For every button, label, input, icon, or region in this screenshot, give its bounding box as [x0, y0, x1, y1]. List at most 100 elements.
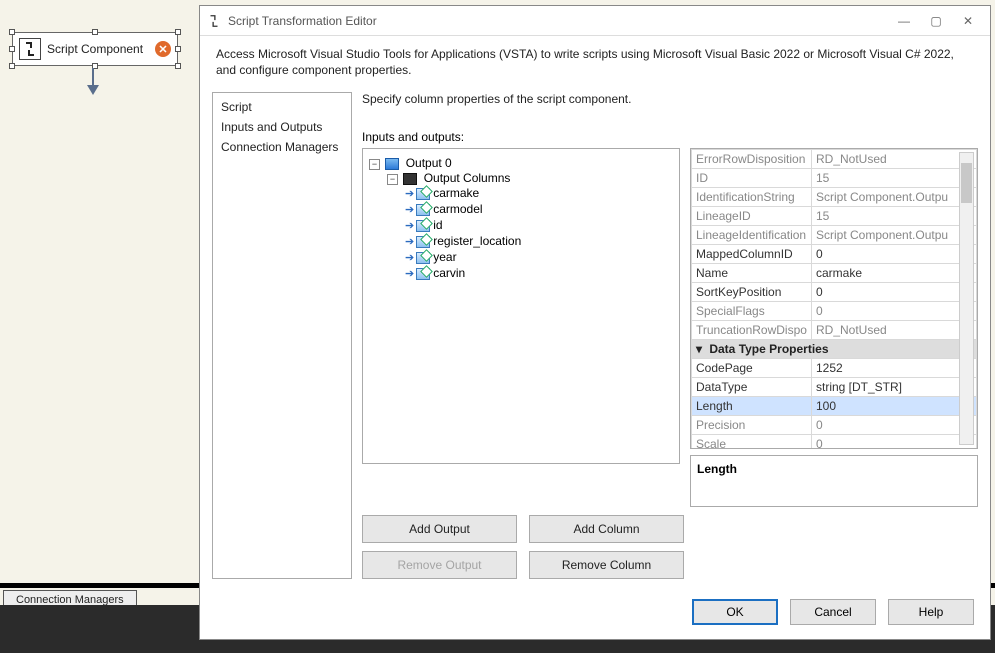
arrow-icon: ➔ — [405, 268, 414, 280]
property-row[interactable]: CodePage1252 — [692, 359, 977, 378]
tree-node-column[interactable]: ➔ register_location — [405, 233, 673, 249]
remove-column-button[interactable]: Remove Column — [529, 551, 684, 579]
property-name: Scale — [692, 435, 812, 449]
io-tree[interactable]: − Output 0 − Output Columns ➔carmake➔car… — [362, 148, 680, 464]
property-value[interactable]: 0 — [812, 435, 977, 449]
property-row[interactable]: TruncationRowDispoRD_NotUsed — [692, 321, 977, 340]
help-button[interactable]: Help — [888, 599, 974, 625]
property-help: Length — [690, 455, 978, 507]
nav-panel: Script Inputs and Outputs Connection Man… — [212, 92, 352, 579]
column-icon — [416, 268, 430, 280]
nav-item-inputs-outputs[interactable]: Inputs and Outputs — [219, 117, 345, 137]
tree-node-column[interactable]: ➔carmake — [405, 185, 673, 201]
tree-node-output-columns[interactable]: − Output Columns ➔carmake➔carmodel➔id➔re… — [387, 170, 673, 282]
arrow-icon: ➔ — [405, 220, 414, 232]
tree-node-column[interactable]: ➔id — [405, 217, 673, 233]
scrollbar[interactable] — [959, 152, 974, 445]
resize-handle[interactable] — [9, 46, 15, 52]
property-row[interactable]: MappedColumnID0 — [692, 245, 977, 264]
minimize-button[interactable]: — — [888, 10, 920, 32]
tree-node-column[interactable]: ➔carmodel — [405, 201, 673, 217]
property-value[interactable]: 0 — [812, 283, 977, 302]
collapse-icon[interactable]: − — [369, 159, 380, 170]
script-component-node[interactable]: Script Component ✕ — [12, 32, 178, 66]
property-row[interactable]: Namecarmake — [692, 264, 977, 283]
resize-handle[interactable] — [9, 29, 15, 35]
property-value[interactable]: 0 — [812, 245, 977, 264]
resize-handle[interactable] — [175, 46, 181, 52]
property-value[interactable]: 15 — [812, 169, 977, 188]
dialog-title: Script Transformation Editor — [228, 14, 888, 28]
property-value[interactable]: Script Component.Outpu — [812, 226, 977, 245]
close-button[interactable]: ✕ — [952, 10, 984, 32]
io-label: Inputs and outputs: — [362, 130, 978, 144]
column-icon — [416, 188, 430, 200]
nav-item-script[interactable]: Script — [219, 97, 345, 117]
property-row[interactable]: ErrorRowDispositionRD_NotUsed — [692, 150, 977, 169]
app-icon — [206, 13, 222, 29]
property-row[interactable]: IdentificationStringScript Component.Out… — [692, 188, 977, 207]
titlebar[interactable]: Script Transformation Editor — ▢ ✕ — [200, 6, 990, 36]
property-name: SortKeyPosition — [692, 283, 812, 302]
property-row[interactable]: DataTypestring [DT_STR] — [692, 378, 977, 397]
output-connector[interactable] — [92, 68, 94, 86]
property-value[interactable]: 0 — [812, 302, 977, 321]
tree-output-columns-label: Output Columns — [424, 171, 511, 185]
property-value[interactable]: 15 — [812, 207, 977, 226]
maximize-button[interactable]: ▢ — [920, 10, 952, 32]
property-grid[interactable]: ErrorRowDispositionRD_NotUsedID15Identif… — [690, 148, 978, 449]
tree-column-label: carmodel — [433, 202, 482, 216]
collapse-icon[interactable]: − — [387, 174, 398, 185]
property-value[interactable]: RD_NotUsed — [812, 150, 977, 169]
property-value[interactable]: 1252 — [812, 359, 977, 378]
property-name: Precision — [692, 416, 812, 435]
column-icon — [416, 236, 430, 248]
property-value[interactable]: Script Component.Outpu — [812, 188, 977, 207]
tree-column-label: carvin — [433, 266, 465, 280]
add-output-button[interactable]: Add Output — [362, 515, 517, 543]
nav-item-connection-managers[interactable]: Connection Managers — [219, 137, 345, 157]
property-row[interactable]: LineageIdentificationScript Component.Ou… — [692, 226, 977, 245]
arrow-icon: ➔ — [405, 188, 414, 200]
property-row[interactable]: ID15 — [692, 169, 977, 188]
property-category-label: Data Type Properties — [709, 342, 828, 356]
property-row[interactable]: SpecialFlags0 — [692, 302, 977, 321]
tree-column-label: register_location — [433, 234, 521, 248]
resize-handle[interactable] — [175, 63, 181, 69]
column-icon — [416, 252, 430, 264]
property-row[interactable]: Scale0 — [692, 435, 977, 449]
property-value[interactable]: string [DT_STR] — [812, 378, 977, 397]
remove-output-button[interactable]: Remove Output — [362, 551, 517, 579]
resize-handle[interactable] — [9, 63, 15, 69]
property-value[interactable]: carmake — [812, 264, 977, 283]
output-connector-arrow — [87, 85, 99, 95]
arrow-icon: ➔ — [405, 236, 414, 248]
property-help-label: Length — [697, 462, 737, 476]
property-row[interactable]: SortKeyPosition0 — [692, 283, 977, 302]
tree-node-output[interactable]: − Output 0 − Output Columns ➔carmake➔car… — [369, 155, 673, 283]
tree-column-label: year — [433, 250, 456, 264]
property-name: TruncationRowDispo — [692, 321, 812, 340]
property-value[interactable]: RD_NotUsed — [812, 321, 977, 340]
tree-node-column[interactable]: ➔ carvin — [405, 265, 673, 281]
error-icon: ✕ — [155, 41, 171, 57]
property-row[interactable]: Precision0 — [692, 416, 977, 435]
property-name: Name — [692, 264, 812, 283]
property-value[interactable]: 100 — [812, 397, 977, 416]
tree-node-column[interactable]: ➔year — [405, 249, 673, 265]
property-name: DataType — [692, 378, 812, 397]
resize-handle[interactable] — [175, 29, 181, 35]
property-category[interactable]: ▾ Data Type Properties — [692, 340, 977, 359]
property-row[interactable]: Length100 — [692, 397, 977, 416]
ok-button[interactable]: OK — [692, 599, 778, 625]
tree-output-label: Output 0 — [406, 156, 452, 170]
add-column-button[interactable]: Add Column — [529, 515, 684, 543]
cancel-button[interactable]: Cancel — [790, 599, 876, 625]
property-value[interactable]: 0 — [812, 416, 977, 435]
scrollbar-thumb[interactable] — [961, 163, 972, 203]
property-name: LineageIdentification — [692, 226, 812, 245]
page-instruction: Specify column properties of the script … — [362, 92, 978, 106]
property-row[interactable]: LineageID15 — [692, 207, 977, 226]
folder-icon — [403, 173, 417, 185]
resize-handle[interactable] — [92, 29, 98, 35]
